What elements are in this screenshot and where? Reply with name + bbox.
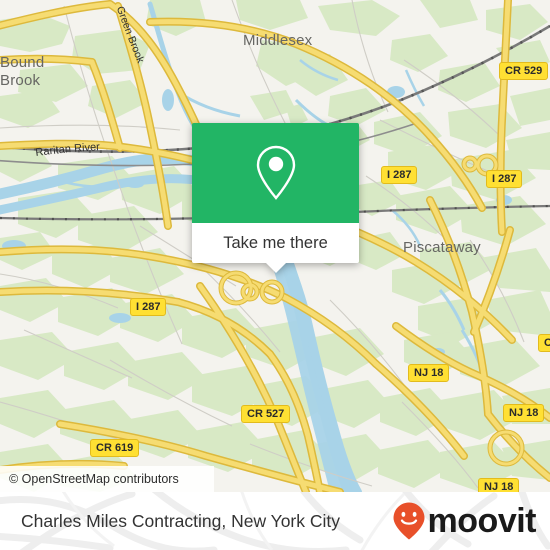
shield-cr-529: CR 529 — [499, 62, 549, 80]
location-callout-card[interactable]: Take me there — [192, 123, 359, 273]
callout-pointer — [264, 262, 287, 273]
shield-i-287-west: I 287 — [381, 166, 418, 184]
footer-bar: Charles Miles Contracting, New York City… — [0, 492, 550, 550]
map-canvas[interactable]: Green Brook Raritan River Bound Brook Mi… — [0, 0, 550, 492]
map-pin-icon — [256, 145, 295, 200]
callout-action-area[interactable]: Take me there — [192, 223, 359, 273]
shield-i-287-east: I 287 — [486, 170, 523, 188]
shield-i-287-south: I 287 — [130, 298, 167, 316]
callout-marker-area — [192, 123, 359, 223]
shield-nj-18-west: NJ 18 — [408, 364, 450, 382]
take-me-there-label: Take me there — [223, 233, 328, 252]
map-attribution[interactable]: © OpenStreetMap contributors — [0, 466, 214, 492]
moovit-brand[interactable]: moovit — [392, 501, 537, 541]
shield-nj-18-east: NJ 18 — [503, 404, 545, 422]
page-title: Charles Miles Contracting, New York City — [21, 511, 341, 531]
moovit-map-screenshot: Green Brook Raritan River Bound Brook Mi… — [0, 0, 550, 550]
moovit-smiley-pin-icon — [393, 502, 425, 540]
shield-cr-partial: C — [538, 334, 550, 352]
shield-nj-18-south: NJ 18 — [478, 478, 520, 492]
shield-cr-619: CR 619 — [90, 439, 140, 457]
shield-cr-527: CR 527 — [241, 405, 291, 423]
moovit-wordmark: moovit — [427, 502, 537, 540]
